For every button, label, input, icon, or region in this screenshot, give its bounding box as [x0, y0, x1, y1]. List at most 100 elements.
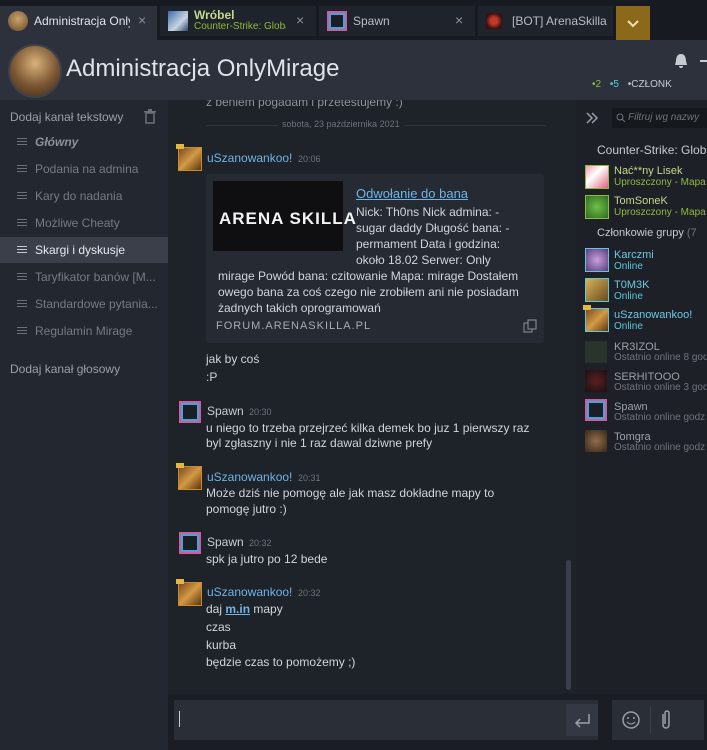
member-avatar[interactable] [585, 370, 607, 392]
message-link[interactable]: m.in [225, 602, 250, 616]
channel-standardowe[interactable]: Standardowe pytania... [0, 291, 168, 317]
chat-scrollbar[interactable] [566, 560, 571, 690]
member-avatar[interactable] [585, 430, 607, 452]
channel-label: Możliwe Cheaty [35, 216, 120, 230]
member-avatar[interactable] [585, 308, 609, 332]
member-avatar[interactable] [585, 278, 609, 302]
member-avatar[interactable] [585, 399, 607, 421]
channel-skargi[interactable]: Skargi i dyskusje [0, 237, 168, 263]
tab-administracja[interactable]: Administracja OnlyMirage × [0, 6, 157, 40]
embed-thumbnail-text: ARENA SKILLA [219, 209, 357, 228]
text-channel-icon [17, 327, 27, 335]
message-author[interactable]: uSzanowankoo! [207, 470, 292, 484]
close-icon[interactable]: × [138, 12, 146, 28]
message-line: pomogę jutro :) [206, 502, 287, 516]
member-avatar[interactable] [585, 341, 607, 363]
user-avatar[interactable] [178, 147, 202, 171]
message-input[interactable] [174, 700, 598, 740]
message-time: 20:31 [298, 473, 321, 483]
embed-line: permament Data i godzina: [356, 237, 501, 251]
embed-domain[interactable]: FORUM.ARENASKILLA.PL [216, 320, 371, 332]
member-avatar[interactable] [585, 165, 609, 189]
message-author[interactable]: uSzanowankoo! [207, 585, 292, 599]
channel-sidebar: Dodaj kanał tekstowy Główny Podania na a… [0, 100, 168, 750]
user-avatar[interactable] [179, 401, 201, 423]
embed-line: owego bana za coś czego nie zrobiłem ani… [218, 285, 519, 299]
count-ingame: 2 [595, 79, 602, 90]
text-channel-icon [17, 273, 27, 281]
text-channel-icon [17, 300, 27, 308]
user-avatar[interactable] [178, 466, 202, 490]
member-status: Online [614, 261, 643, 272]
member-name[interactable]: T0M3K [614, 279, 649, 291]
tab-spawn[interactable]: Spawn × [319, 6, 475, 36]
crown-icon [583, 305, 591, 310]
member-filter[interactable]: Filtruj wg nazwy [612, 108, 707, 128]
enter-icon [574, 714, 590, 728]
close-icon[interactable]: × [296, 12, 304, 28]
partial-message: z beniem pogadam i przetestujemy :) [206, 100, 403, 109]
message-line: daj m.in mapy [206, 601, 283, 618]
embed-thumbnail[interactable]: ARENA SKILLA [213, 181, 356, 251]
tab-wrobel[interactable]: Wróbel Counter-Strike: Global Offensive … [160, 6, 316, 36]
search-icon [616, 113, 626, 123]
channel-taryfikator[interactable]: Taryfikator banów [M... [0, 264, 168, 290]
member-avatar[interactable] [585, 248, 609, 272]
member-status: Online [614, 321, 643, 332]
user-avatar[interactable] [179, 532, 201, 554]
bell-icon[interactable] [672, 52, 690, 70]
message-line: byl zgłaszny i nie 1 raz dawal dziwne pr… [206, 436, 433, 450]
group-title: Administracja OnlyMirage [66, 55, 340, 82]
link-embed[interactable]: ARENA SKILLA Odwołanie do bana Nick: Th0… [206, 174, 544, 343]
trash-icon[interactable] [143, 109, 157, 125]
message-author[interactable]: Spawn [207, 404, 244, 418]
message-line: czas [206, 620, 231, 634]
collapse-icon[interactable] [584, 110, 600, 126]
embed-line: około 18.02 Serwer: Only [356, 253, 491, 267]
user-avatar[interactable] [178, 582, 202, 606]
member-name[interactable]: TomSoneK [614, 195, 668, 207]
chat-log: z beniem pogadam i przetestujemy :) sobo… [168, 100, 575, 694]
attach-icon[interactable] [659, 709, 673, 731]
tab-overflow-button[interactable] [616, 6, 650, 40]
channel-kary[interactable]: Kary do nadania [0, 183, 168, 209]
add-text-channel-button[interactable]: Dodaj kanał tekstowy [10, 110, 123, 124]
tab-title: Administracja OnlyMirage [34, 14, 130, 28]
add-voice-channel-button[interactable]: Dodaj kanał głosowy [10, 362, 120, 376]
group-avatar [8, 44, 62, 98]
message-word: daj [206, 602, 223, 616]
close-icon[interactable]: × [455, 12, 463, 28]
message-line: :P [206, 370, 218, 384]
embed-line: sugar daddy Długość bana: - [356, 221, 510, 235]
message-word: mapy [253, 602, 283, 616]
member-name[interactable]: Nać**ny Lisek [614, 165, 682, 177]
message-line: będzie czas to pomożemy ;) [206, 655, 356, 669]
member-name[interactable]: uSzanowankoo! [614, 309, 692, 321]
message-author[interactable]: Spawn [207, 535, 244, 549]
more-icon[interactable] [700, 52, 707, 70]
emoticon-icon[interactable] [621, 710, 641, 730]
embed-line: Nick: Th0ns Nick admina: - [356, 205, 500, 219]
member-avatar[interactable] [585, 195, 609, 219]
channel-regulamin[interactable]: Regulamin Mirage [0, 318, 168, 344]
embed-link[interactable]: Odwołanie do bana [356, 186, 468, 201]
copy-icon[interactable] [523, 319, 537, 333]
message-time: 20:30 [249, 407, 272, 417]
members-label[interactable]: CZŁONK [631, 79, 672, 90]
embed-description-wide: mirage Powód bana: czitowanie Mapa: mira… [218, 268, 519, 316]
channel-label: Podania na admina [35, 162, 139, 176]
send-button[interactable] [566, 704, 598, 736]
text-channel-icon [17, 165, 27, 173]
member-name[interactable]: Karczmi [614, 249, 654, 261]
bot-avatar-icon [486, 13, 502, 29]
member-status: Uproszczony - Mapa [614, 177, 706, 188]
message-author[interactable]: uSzanowankoo! [207, 151, 292, 165]
channel-cheaty[interactable]: Możliwe Cheaty [0, 210, 168, 236]
tab-arenaskilla[interactable]: [BOT] ArenaSkilla [478, 6, 613, 36]
member-counts: •2 •5 •CZŁONK [592, 79, 672, 90]
channel-glowny[interactable]: Główny [0, 129, 168, 155]
filter-placeholder: Filtruj wg nazwy [628, 112, 700, 123]
tab-title: Wróbel [194, 8, 235, 22]
channel-label: Taryfikator banów [M... [35, 270, 156, 284]
channel-podania[interactable]: Podania na admina [0, 156, 168, 182]
